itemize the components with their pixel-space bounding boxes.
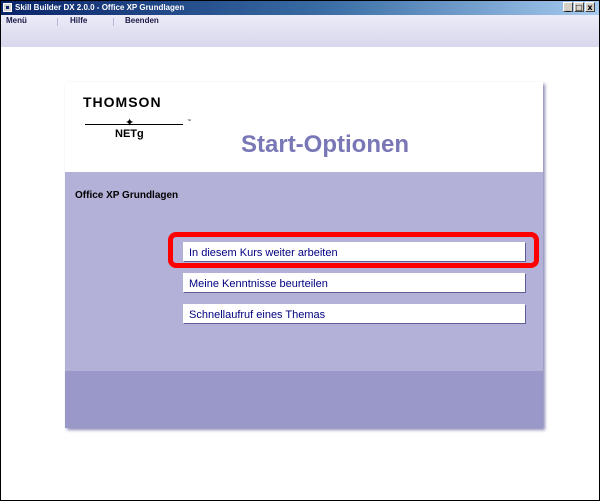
highlight-annotation xyxy=(168,232,539,268)
app-icon[interactable] xyxy=(3,3,12,12)
panel-header: THOMSON ✦ ™ NETg Start-Optionen xyxy=(65,82,543,172)
menu-separator xyxy=(57,18,58,26)
logo-trademark: ™ xyxy=(187,118,191,123)
quick-topic-access-button[interactable]: Schnellaufruf eines Themas xyxy=(183,304,526,324)
close-button[interactable]: x xyxy=(585,2,595,12)
menu-item-help[interactable]: Hilfe xyxy=(70,16,87,25)
logo-brand-text: THOMSON xyxy=(83,94,162,110)
menu-item-exit[interactable]: Beenden xyxy=(125,16,159,25)
maximize-button[interactable]: □ xyxy=(574,2,584,12)
thomson-netg-logo: THOMSON ✦ ™ NETg xyxy=(83,94,203,154)
course-name: Office XP Grundlagen xyxy=(75,190,179,201)
menu-separator xyxy=(113,18,114,26)
logo-sub-text: NETg xyxy=(115,128,144,140)
page-title: Start-Optionen xyxy=(241,131,409,158)
window-title: Skill Builder DX 2.0.0 - Office XP Grund… xyxy=(15,3,185,12)
assess-knowledge-button[interactable]: Meine Kenntnisse beurteilen xyxy=(183,273,526,293)
app-window: Skill Builder DX 2.0.0 - Office XP Grund… xyxy=(0,0,600,501)
minimize-button[interactable]: _ xyxy=(563,2,573,12)
menu-item-menu[interactable]: Menü xyxy=(6,16,27,25)
menu-bar: Menü Hilfe Beenden xyxy=(1,15,599,47)
panel-footer xyxy=(65,371,543,428)
title-bar[interactable]: Skill Builder DX 2.0.0 - Office XP Grund… xyxy=(1,1,599,15)
window-controls: _ □ x xyxy=(563,2,595,12)
